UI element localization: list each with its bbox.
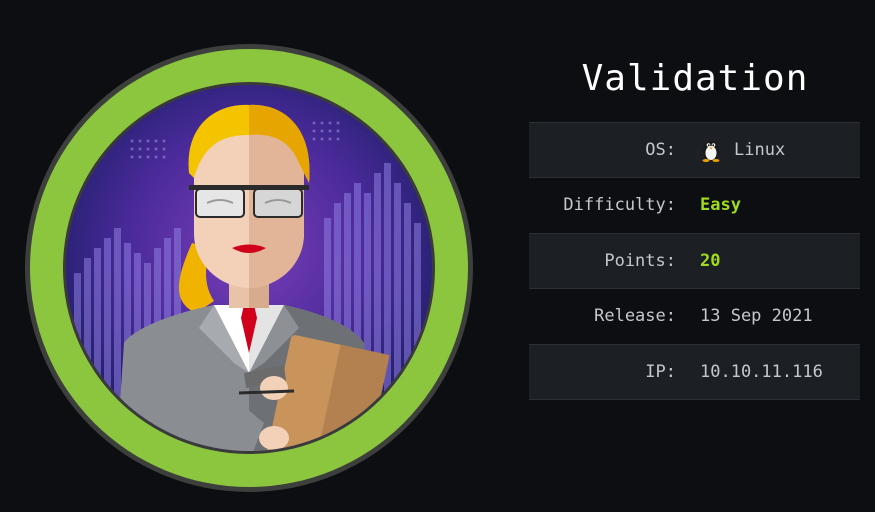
os-value-container: Linux [700,138,785,162]
difficulty-label: Difficulty: [563,195,676,216]
difficulty-row: Difficulty: Easy [529,178,860,234]
machine-title: Validation [581,58,809,99]
os-row: OS: Linux [529,122,860,178]
os-label: OS: [645,139,676,160]
machine-card: Validation OS: Linux Difficulty: Easy Po… [0,0,875,512]
points-value: 20 [700,250,721,271]
difficulty-value: Easy [700,195,741,216]
machine-info-table: OS: Linux Difficulty: Easy Points: 20 Re… [529,122,860,400]
os-value: Linux [734,139,786,160]
points-row: Points: 20 [529,233,860,289]
machine-avatar [25,44,473,492]
points-label: Points: [604,250,676,271]
tux-penguin-icon [702,140,720,162]
release-row: Release: 13 Sep 2021 [529,289,860,345]
release-value: 13 Sep 2021 [700,306,813,327]
ip-label: IP: [645,361,676,382]
ip-row: IP: 10.10.11.116 [529,344,860,400]
release-label: Release: [594,306,676,327]
ip-value: 10.10.11.116 [700,361,823,382]
